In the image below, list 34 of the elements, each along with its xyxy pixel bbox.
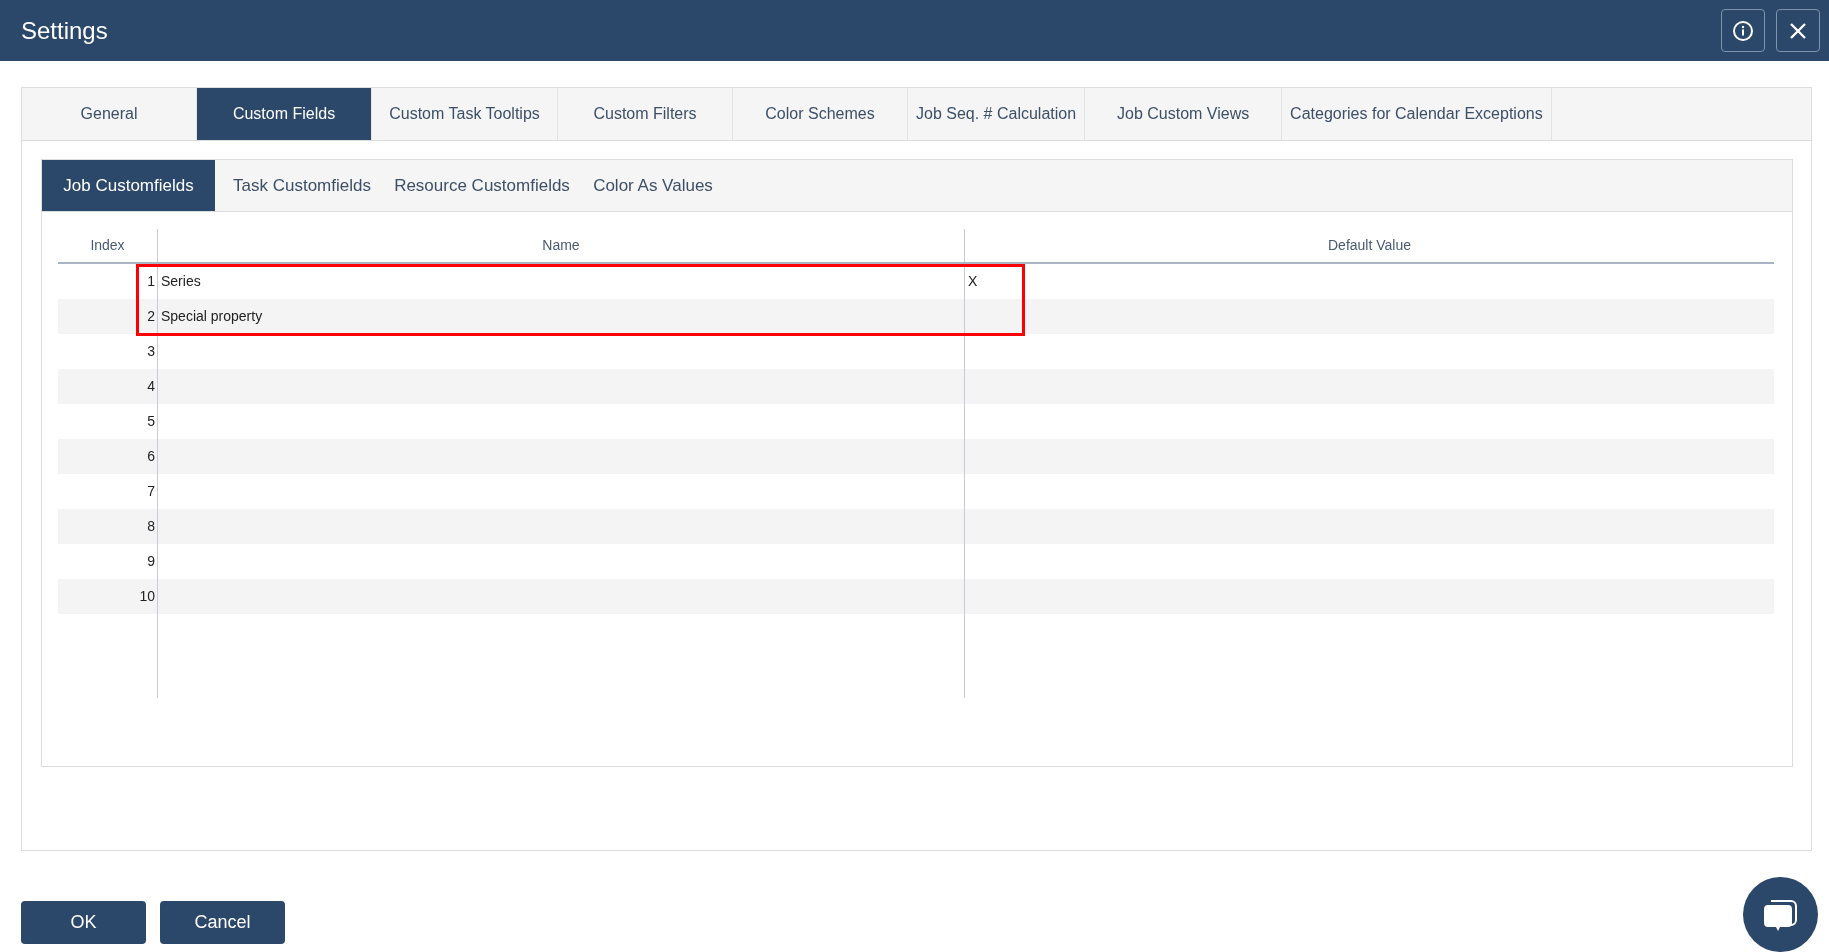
subtab[interactable]: Job Customfields (42, 160, 215, 211)
index-cell-text: 6 (147, 447, 155, 466)
tab[interactable]: Categories for Calendar Exceptions (1282, 88, 1552, 140)
column-header: Index (90, 236, 125, 255)
close-icon (1788, 20, 1808, 41)
tab[interactable]: Custom Task Tooltips (372, 88, 558, 140)
ok-button[interactable]: OK (21, 901, 146, 944)
tab[interactable]: Custom Fields (197, 88, 372, 140)
subtab[interactable]: Resource Customfields (389, 160, 575, 211)
tab[interactable]: Color Schemes (733, 88, 908, 140)
index-cell-text: 9 (147, 552, 155, 571)
index-cell-text: 8 (147, 517, 155, 536)
close-button[interactable] (1776, 9, 1820, 52)
tab[interactable]: Custom Filters (558, 88, 733, 140)
table-cell-text: Series (161, 272, 201, 291)
tab[interactable]: Job Seq. # Calculation (908, 88, 1086, 140)
column-header: Name (542, 236, 580, 255)
column-header: Default Value (1328, 236, 1411, 255)
cancel-button[interactable]: Cancel (160, 901, 285, 944)
info-icon (1732, 19, 1754, 42)
subtab[interactable]: Color As Values (575, 160, 731, 211)
index-cell-text: 1 (147, 272, 155, 291)
info-button[interactable] (1721, 9, 1765, 52)
index-cell-text: 10 (139, 587, 155, 606)
index-cell-text: 3 (147, 342, 155, 361)
tab[interactable]: Job Custom Views (1085, 88, 1283, 140)
table-cell-text: Special property (161, 307, 263, 326)
index-cell-text: 5 (147, 412, 155, 431)
window-title: Settings (21, 15, 108, 46)
index-cell-text: 4 (147, 377, 155, 396)
table-cell-text: X (968, 272, 978, 291)
index-cell-text: 2 (147, 307, 155, 326)
index-cell-text: 7 (147, 482, 155, 501)
subtab[interactable]: Task Customfields (215, 160, 389, 211)
